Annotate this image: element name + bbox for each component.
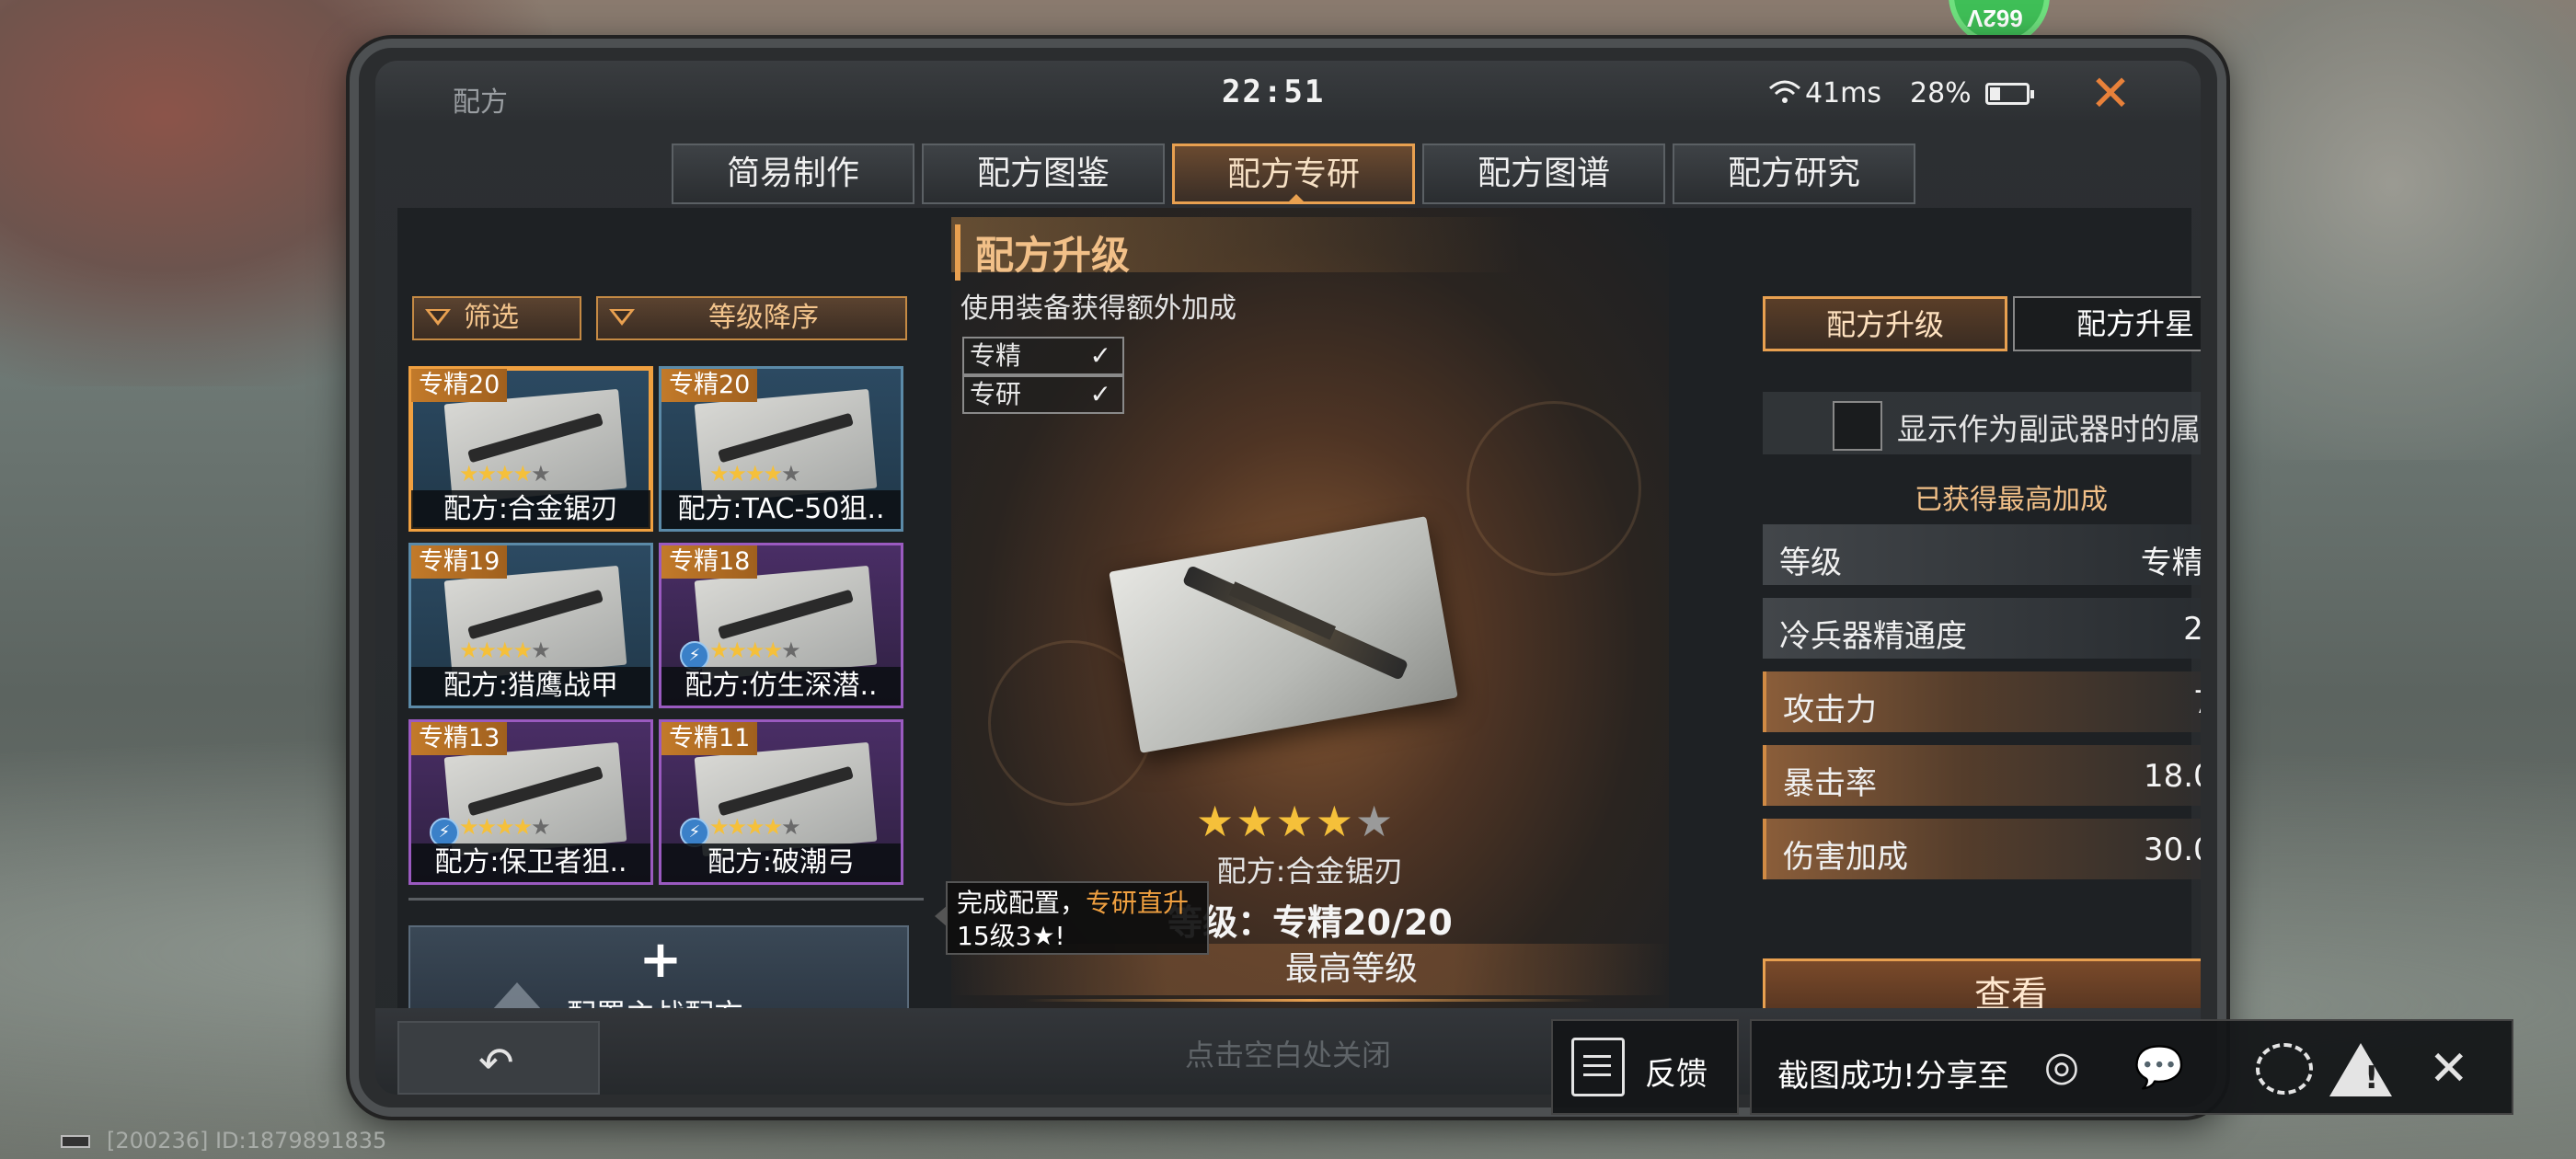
max-bonus-label: 已获得最高加成: [1915, 484, 2108, 516]
clock: 22:51: [1222, 74, 1326, 110]
mastery-level-badge: 专精11: [661, 722, 758, 755]
recipe-card[interactable]: 专精20 ★★★★★ 配方:TAC-50狙..: [659, 366, 903, 532]
weibo-icon[interactable]: ◎: [2033, 1043, 2090, 1095]
star-rating: ★★★★★: [709, 814, 801, 840]
mastery-level-badge: 专精18: [661, 545, 758, 579]
recipe-card[interactable]: 专精13 ⚡ ★★★★★ 配方:保卫者狙..: [408, 719, 653, 885]
star-rating: ★★★★★: [459, 814, 551, 840]
player-id: [200236] ID:1879891835: [107, 1128, 387, 1153]
star-rating: ★★★★★: [1196, 797, 1396, 846]
tab-recipe-collection[interactable]: 配方图鉴: [922, 143, 1165, 204]
section-title: 配方升级: [955, 224, 1130, 281]
close-icon[interactable]: ✕: [2429, 1041, 2469, 1096]
tab-recipe-atlas[interactable]: 配方图谱: [1422, 143, 1665, 204]
mastery-tag: 专精 ✓: [962, 337, 1124, 375]
star-rating: ★★★★★: [709, 637, 801, 663]
clipboard-icon: [1571, 1038, 1625, 1096]
recipe-screen: 配方 22:51 41ms 28% ✕ 简易制作 配方图鉴 配方专研 配方图谱 …: [375, 61, 2201, 1095]
mastery-level-badge: 专精20: [411, 369, 508, 402]
check-icon: ✓: [1089, 379, 1111, 409]
close-icon[interactable]: ✕: [2083, 68, 2138, 123]
recipe-name: 配方:保卫者狙..: [411, 843, 650, 882]
mastery-level-badge: 专精20: [661, 369, 758, 402]
app-title: 配方: [453, 86, 508, 119]
section-subtitle: 使用装备获得额外加成: [960, 293, 1236, 325]
tab-simple-craft[interactable]: 简易制作: [672, 143, 914, 204]
stat-row-level: 等级 专精20: [1763, 524, 2201, 585]
wifi-icon: [1768, 79, 1801, 111]
tab-recipe-upgrade[interactable]: 配方升级: [1763, 296, 2007, 351]
battery-percent: 28%: [1910, 77, 1972, 109]
recipe-card[interactable]: 专精19 ★★★★★ 配方:猎鹰战甲: [408, 543, 653, 708]
moments-icon[interactable]: [2256, 1043, 2313, 1095]
mastery-level-badge: 专精19: [411, 545, 508, 579]
mastery-level-badge: 专精13: [411, 722, 508, 755]
filter-button[interactable]: 筛选: [412, 296, 581, 340]
battery-icon: [1985, 83, 2034, 105]
ping-value: 41ms: [1805, 77, 1882, 109]
recipe-name: 配方:TAC-50狙..: [661, 490, 901, 529]
recipe-blueprint-image: [1109, 516, 1458, 753]
research-tag: 专研 ✓: [962, 375, 1124, 414]
warning-icon[interactable]: [2329, 1043, 2392, 1096]
tab-recipe-mastery[interactable]: 配方专研: [1172, 143, 1415, 204]
secondary-weapon-toggle: 显示作为副武器时的属性: [1763, 392, 2201, 454]
star-rating: ★★★★★: [459, 461, 551, 487]
tab-recipe-research[interactable]: 配方研究: [1673, 143, 1915, 204]
share-label: 截图成功!分享至: [1777, 1058, 2009, 1095]
config-tooltip: 完成配置，专研直升 15级3★!: [935, 881, 1209, 955]
tab-bar: 简易制作 配方图鉴 配方专研 配方图谱 配方研究: [672, 143, 1915, 204]
stat-row-attack: 攻击力 7.0: [1763, 671, 2201, 732]
star-rating: ★★★★★: [459, 637, 551, 663]
list-scroll-edge: [408, 898, 924, 911]
back-button[interactable]: ↶: [397, 1021, 600, 1095]
sort-button[interactable]: 等级降序: [596, 296, 907, 340]
secondary-weapon-checkbox[interactable]: [1833, 401, 1882, 451]
recipe-name: 配方:合金锯刃: [411, 490, 650, 529]
content-area: 筛选 等级降序 专精20 ★★★★★ 配方:合金锯刃 专精20 ★★★★★ 配方…: [397, 208, 2201, 1039]
battery-fill: [1990, 87, 2000, 100]
wechat-icon[interactable]: 💬: [2131, 1043, 2188, 1095]
stat-row-damage-bonus: 伤害加成 30.0%: [1763, 819, 2201, 879]
recipe-name: 配方:破潮弓: [661, 843, 901, 882]
share-bar: 截图成功!分享至 ◎ 💬 ! ✕: [1750, 1019, 2513, 1115]
feedback-button[interactable]: 反馈: [1551, 1019, 1739, 1115]
tab-recipe-star-up[interactable]: 配方升星: [2013, 296, 2201, 351]
stat-row-crit-rate: 暴击率 18.0%: [1763, 745, 2201, 806]
recipe-name: 配方:仿生深潜..: [661, 667, 901, 706]
recipe-card[interactable]: 专精11 ⚡ ★★★★★ 配方:破潮弓: [659, 719, 903, 885]
plus-icon: +: [638, 930, 683, 990]
star-rating: ★★★★★: [709, 461, 801, 487]
back-arrow-icon: ↶: [478, 1038, 514, 1087]
stat-row-melee-mastery: 冷兵器精通度 220: [1763, 598, 2201, 659]
check-icon: ✓: [1089, 340, 1111, 371]
status-bar: 配方 22:51 41ms 28% ✕: [375, 61, 2201, 125]
recipe-card[interactable]: 专精18 ⚡ ★★★★★ 配方:仿生深潜..: [659, 543, 903, 708]
recipe-card[interactable]: 专精20 ★★★★★ 配方:合金锯刃: [408, 366, 653, 532]
recipe-name: 配方:猎鹰战甲: [411, 667, 650, 706]
device-icon: [61, 1135, 90, 1148]
